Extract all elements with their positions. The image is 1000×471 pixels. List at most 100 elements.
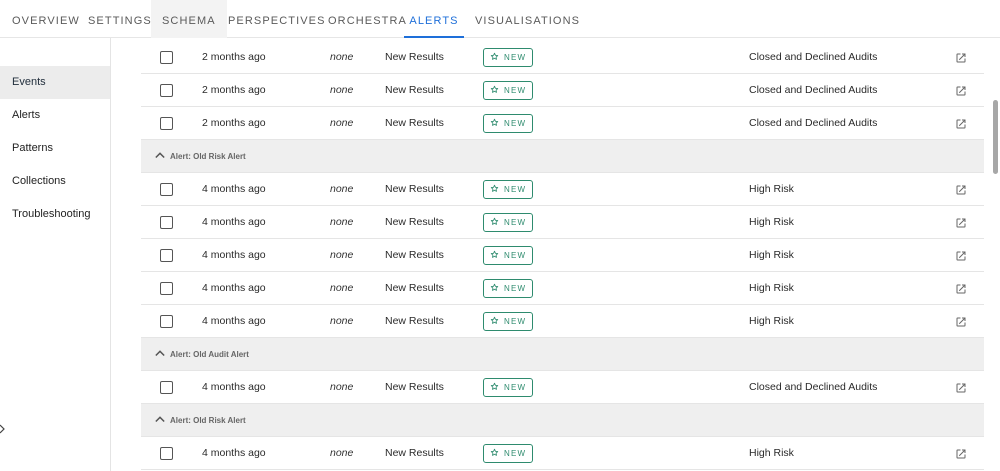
- status-text: New Results: [385, 84, 444, 96]
- row-checkbox[interactable]: [160, 51, 173, 64]
- row-checkbox[interactable]: [160, 183, 173, 196]
- new-badge[interactable]: NEW: [483, 180, 533, 199]
- badge-label: NEW: [504, 218, 527, 227]
- new-badge[interactable]: NEW: [483, 213, 533, 232]
- table-row: 4 months ago none New Results NEW Closed and…: [141, 371, 984, 404]
- top-nav: OVERVIEW SETTINGS SCHEMA PERSPECTIVES OR…: [0, 0, 1000, 38]
- open-in-new-icon[interactable]: [955, 216, 967, 228]
- group-toggle[interactable]: Alert: Old Risk Alert: [155, 140, 246, 173]
- status-text: New Results: [385, 117, 444, 129]
- star-outline-icon: [490, 118, 499, 129]
- group-label: Alert: Old Audit Alert: [170, 350, 249, 359]
- event-type: Closed and Declined Audits: [749, 84, 878, 96]
- row-checkbox[interactable]: [160, 381, 173, 394]
- table-row: 2 months ago none New Results NEW Closed and…: [141, 107, 984, 140]
- event-date: 4 months ago: [202, 216, 266, 228]
- group-header-row: Alert: Old Risk Alert: [141, 404, 984, 437]
- group-toggle[interactable]: Alert: Old Risk Alert: [155, 404, 246, 437]
- open-in-new-icon[interactable]: [955, 447, 967, 459]
- assignee: none: [330, 84, 354, 96]
- new-badge[interactable]: NEW: [483, 312, 533, 331]
- star-outline-icon: [490, 316, 499, 327]
- new-badge[interactable]: NEW: [483, 279, 533, 298]
- event-date: 2 months ago: [202, 117, 266, 129]
- tab-orchestra[interactable]: ORCHESTRA: [328, 0, 407, 38]
- table-row: 4 months ago none New Results NEW High Risk: [141, 272, 984, 305]
- event-type: High Risk: [749, 447, 794, 459]
- row-checkbox[interactable]: [160, 216, 173, 229]
- badge-label: NEW: [504, 449, 527, 458]
- badge-label: NEW: [504, 284, 527, 293]
- tab-visualisations[interactable]: VISUALISATIONS: [475, 0, 580, 38]
- new-badge[interactable]: NEW: [483, 48, 533, 67]
- assignee: none: [330, 315, 354, 327]
- scrollbar-thumb[interactable]: [993, 100, 998, 174]
- open-in-new-icon[interactable]: [955, 84, 967, 96]
- assignee: none: [330, 282, 354, 294]
- table-row: 2 months ago none New Results NEW Closed and…: [141, 74, 984, 107]
- sidebar-item-alerts[interactable]: Alerts: [0, 99, 110, 132]
- row-checkbox[interactable]: [160, 447, 173, 460]
- tab-perspectives[interactable]: PERSPECTIVES: [228, 0, 326, 38]
- event-date: 4 months ago: [202, 381, 266, 393]
- tab-overview[interactable]: OVERVIEW: [12, 0, 80, 38]
- new-badge[interactable]: NEW: [483, 378, 533, 397]
- event-type: High Risk: [749, 249, 794, 261]
- table-row: 2 months ago none New Results NEW Closed and…: [141, 41, 984, 74]
- chevron-up-icon[interactable]: [155, 140, 167, 173]
- tab-settings[interactable]: SETTINGS: [88, 0, 152, 38]
- tab-alerts-label: ALERTS: [409, 15, 459, 27]
- row-checkbox[interactable]: [160, 84, 173, 97]
- open-in-new-icon[interactable]: [955, 183, 967, 195]
- sidebar-item-events[interactable]: Events: [0, 66, 110, 99]
- row-checkbox[interactable]: [160, 117, 173, 130]
- table-row: 4 months ago none New Results NEW High Risk: [141, 305, 984, 338]
- sidebar-item-collections[interactable]: Collections: [0, 165, 110, 198]
- new-badge[interactable]: NEW: [483, 114, 533, 133]
- event-type: High Risk: [749, 282, 794, 294]
- badge-label: NEW: [504, 185, 527, 194]
- open-in-new-icon[interactable]: [955, 315, 967, 327]
- row-checkbox[interactable]: [160, 282, 173, 295]
- chevron-up-icon[interactable]: [155, 404, 167, 437]
- group-label: Alert: Old Risk Alert: [170, 416, 246, 425]
- group-header-row: Alert: Old Audit Alert: [141, 338, 984, 371]
- event-type: High Risk: [749, 315, 794, 327]
- status-text: New Results: [385, 315, 444, 327]
- group-label: Alert: Old Risk Alert: [170, 152, 246, 161]
- star-outline-icon: [490, 184, 499, 195]
- open-in-new-icon[interactable]: [955, 117, 967, 129]
- new-badge[interactable]: NEW: [483, 444, 533, 463]
- row-checkbox[interactable]: [160, 315, 173, 328]
- open-in-new-icon[interactable]: [955, 381, 967, 393]
- table-row: 4 months ago none New Results NEW High Risk: [141, 206, 984, 239]
- tab-schema[interactable]: SCHEMA: [151, 0, 227, 38]
- table-row: 4 months ago none New Results NEW High Risk: [141, 173, 984, 206]
- event-type: Closed and Declined Audits: [749, 51, 878, 63]
- table-row: 4 months ago none New Results NEW High Risk: [141, 239, 984, 272]
- assignee: none: [330, 249, 354, 261]
- sidebar-item-patterns[interactable]: Patterns: [0, 132, 110, 165]
- open-in-new-icon[interactable]: [955, 282, 967, 294]
- active-tab-indicator: [404, 36, 464, 38]
- event-date: 4 months ago: [202, 183, 266, 195]
- table-row: 4 months ago none New Results NEW High Risk: [141, 437, 984, 470]
- group-toggle[interactable]: Alert: Old Audit Alert: [155, 338, 249, 371]
- sidebar-item-troubleshooting[interactable]: Troubleshooting: [0, 198, 110, 231]
- collapse-handle-icon[interactable]: [0, 424, 6, 434]
- open-in-new-icon[interactable]: [955, 249, 967, 261]
- open-in-new-icon[interactable]: [955, 51, 967, 63]
- badge-label: NEW: [504, 86, 527, 95]
- star-outline-icon: [490, 217, 499, 228]
- status-text: New Results: [385, 381, 444, 393]
- new-badge[interactable]: NEW: [483, 81, 533, 100]
- sidebar: Events Alerts Patterns Collections Troub…: [0, 38, 111, 471]
- assignee: none: [330, 216, 354, 228]
- tab-alerts[interactable]: ALERTS: [404, 0, 464, 38]
- event-type: Closed and Declined Audits: [749, 381, 878, 393]
- new-badge[interactable]: NEW: [483, 246, 533, 265]
- row-checkbox[interactable]: [160, 249, 173, 262]
- assignee: none: [330, 381, 354, 393]
- badge-label: NEW: [504, 317, 527, 326]
- chevron-up-icon[interactable]: [155, 338, 167, 371]
